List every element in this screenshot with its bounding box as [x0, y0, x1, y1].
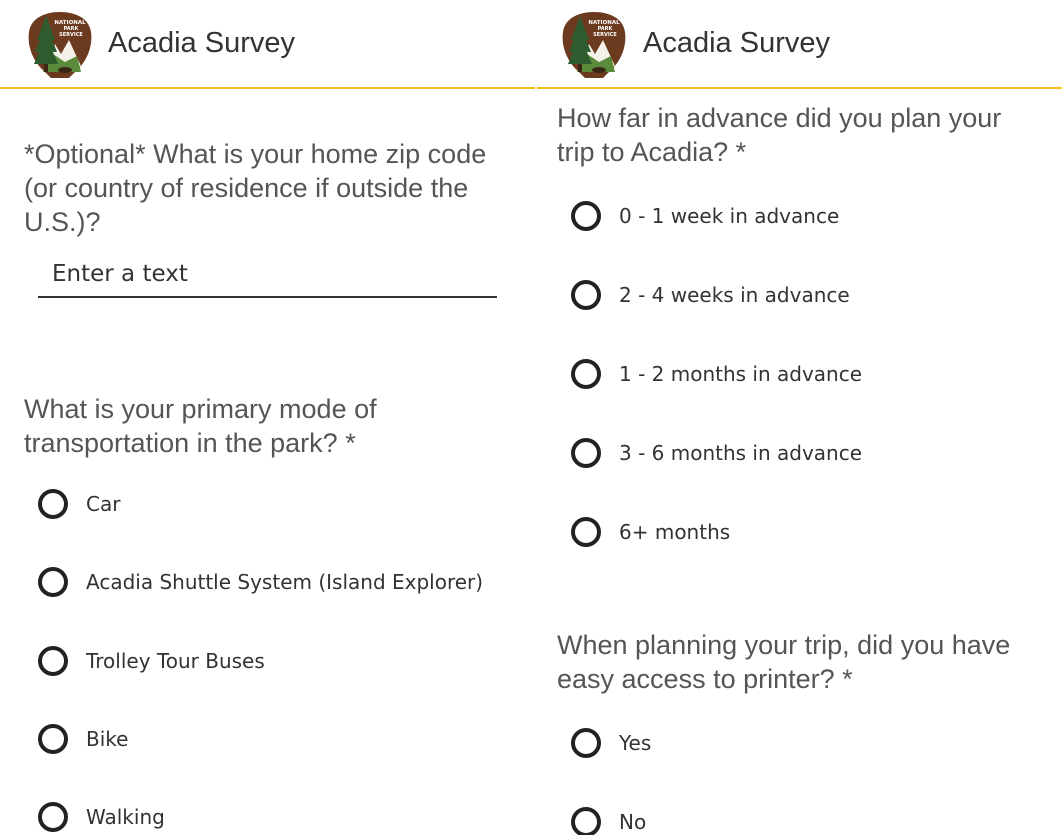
radio-option-2-4-weeks[interactable]: 2 - 4 weeks in advance — [537, 277, 1062, 313]
radio-option-yes[interactable]: Yes — [537, 725, 1062, 761]
option-label: 0 - 1 week in advance — [619, 204, 840, 228]
radio-option-walking[interactable]: Walking — [0, 799, 535, 835]
header-divider — [537, 87, 1062, 89]
svg-text:SERVICE: SERVICE — [59, 32, 83, 38]
radio-option-3-6-months[interactable]: 3 - 6 months in advance — [537, 435, 1062, 471]
app-header: NATIONAL PARK SERVICE Acadia Survey — [0, 0, 535, 89]
app-title: Acadia Survey — [643, 27, 830, 59]
zip-code-question: *Optional* What is your home zip code (o… — [24, 139, 487, 237]
nps-logo-icon: NATIONAL PARK SERVICE — [25, 10, 95, 80]
left-survey-screen: NATIONAL PARK SERVICE Acadia Survey *Opt… — [0, 0, 535, 835]
radio-unselected-icon[interactable] — [38, 646, 68, 676]
option-label: Walking — [86, 805, 165, 829]
app-title: Acadia Survey — [108, 27, 295, 59]
radio-option-0-1-week[interactable]: 0 - 1 week in advance — [537, 198, 1062, 234]
option-label: 6+ months — [619, 520, 731, 544]
radio-unselected-icon[interactable] — [38, 567, 68, 597]
radio-option-bike[interactable]: Bike — [0, 721, 535, 757]
radio-option-6-plus-months[interactable]: 6+ months — [537, 514, 1062, 550]
radio-option-no[interactable]: No — [537, 804, 1062, 835]
zip-code-input[interactable] — [38, 252, 497, 298]
radio-unselected-icon[interactable] — [571, 807, 601, 835]
radio-unselected-icon[interactable] — [571, 728, 601, 758]
option-label: Trolley Tour Buses — [86, 649, 265, 673]
radio-option-shuttle[interactable]: Acadia Shuttle System (Island Explorer) — [0, 564, 535, 600]
option-label: No — [619, 810, 647, 834]
radio-unselected-icon[interactable] — [571, 438, 601, 468]
radio-unselected-icon[interactable] — [571, 201, 601, 231]
radio-option-trolley[interactable]: Trolley Tour Buses — [0, 643, 535, 679]
option-label: Bike — [86, 727, 129, 751]
advance-planning-question: How far in advance did you plan your tri… — [557, 103, 1002, 167]
option-label: Acadia Shuttle System (Island Explorer) — [86, 570, 484, 594]
radio-unselected-icon[interactable] — [38, 802, 68, 832]
radio-unselected-icon[interactable] — [38, 724, 68, 754]
app-header: NATIONAL PARK SERVICE Acadia Survey — [537, 0, 1062, 89]
radio-unselected-icon[interactable] — [571, 359, 601, 389]
option-label: 1 - 2 months in advance — [619, 362, 863, 386]
option-label: Yes — [619, 731, 652, 755]
nps-logo-icon: NATIONAL PARK SERVICE — [559, 10, 629, 80]
radio-unselected-icon[interactable] — [38, 489, 68, 519]
option-label: 3 - 6 months in advance — [619, 441, 863, 465]
svg-text:SERVICE: SERVICE — [593, 32, 617, 38]
printer-access-question: When planning your trip, did you have ea… — [557, 630, 1011, 694]
radio-unselected-icon[interactable] — [571, 280, 601, 310]
option-label: 2 - 4 weeks in advance — [619, 283, 850, 307]
header-divider — [0, 87, 535, 89]
option-label: Car — [86, 492, 121, 516]
transport-question: What is your primary mode of transportat… — [24, 394, 377, 458]
radio-option-1-2-months[interactable]: 1 - 2 months in advance — [537, 356, 1062, 392]
right-survey-screen: NATIONAL PARK SERVICE Acadia Survey How … — [537, 0, 1062, 835]
radio-option-car[interactable]: Car — [0, 486, 535, 522]
radio-unselected-icon[interactable] — [571, 517, 601, 547]
